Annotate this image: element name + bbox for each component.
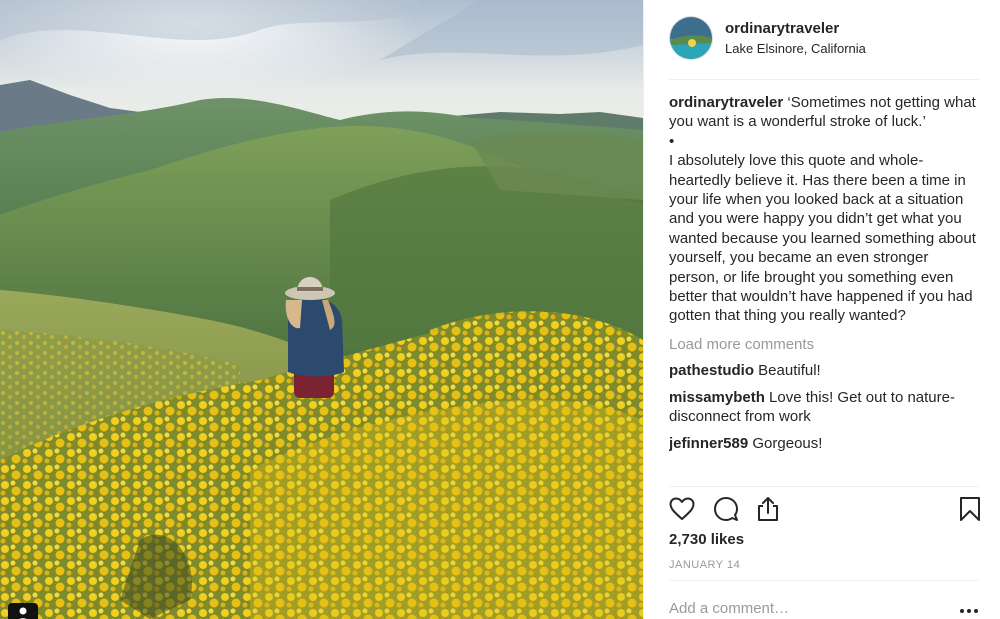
post-photo[interactable] <box>0 0 643 619</box>
comments-divider <box>669 486 979 487</box>
comment-username[interactable]: jefinner589 <box>669 435 748 452</box>
bookmark-icon <box>960 497 980 521</box>
header-divider <box>669 79 979 80</box>
share-button[interactable] <box>753 494 783 524</box>
post-side-panel: ordinarytraveler Lake Elsinore, Californ… <box>643 0 1000 619</box>
more-options-icon[interactable] <box>957 600 981 618</box>
likes-count[interactable]: 2,730 likes <box>669 531 744 548</box>
comment-text: Gorgeous! <box>752 434 823 452</box>
user-tag-icon[interactable] <box>8 603 38 619</box>
post-date[interactable]: JANUARY 14 <box>669 559 740 571</box>
caption-text: ‘Sometimes not getting what you want is … <box>669 94 976 325</box>
comments-section[interactable]: ordinarytraveler ‘Sometimes not getting … <box>669 93 981 486</box>
save-button[interactable] <box>955 494 985 524</box>
comment-text: Beautiful! <box>758 362 821 380</box>
avatar[interactable] <box>669 16 713 60</box>
post-author-username[interactable]: ordinarytraveler <box>725 20 839 37</box>
footer-divider <box>669 580 979 581</box>
load-more-comments-button[interactable]: Load more comments <box>669 335 981 354</box>
comment-item: missamybeth Love this! Get out to nature… <box>669 388 981 427</box>
comment-item: pathestudio Beautiful! <box>669 361 981 380</box>
comment-username[interactable]: missamybeth <box>669 389 765 406</box>
comment-bubble-icon <box>714 497 738 521</box>
add-comment-input[interactable] <box>669 600 939 617</box>
comment-username[interactable]: pathestudio <box>669 362 754 379</box>
caption-username[interactable]: ordinarytraveler <box>669 94 783 111</box>
action-bar <box>669 494 981 526</box>
landscape-photo <box>0 0 643 619</box>
heart-icon <box>669 497 695 520</box>
share-icon <box>758 497 778 521</box>
comment-button[interactable] <box>711 494 741 524</box>
like-button[interactable] <box>667 494 697 524</box>
post-location[interactable]: Lake Elsinore, California <box>725 41 866 56</box>
post-header: ordinarytraveler Lake Elsinore, Californ… <box>669 16 979 64</box>
post-caption: ordinarytraveler ‘Sometimes not getting … <box>669 93 981 326</box>
comment-item: jefinner589 Gorgeous! <box>669 434 981 453</box>
